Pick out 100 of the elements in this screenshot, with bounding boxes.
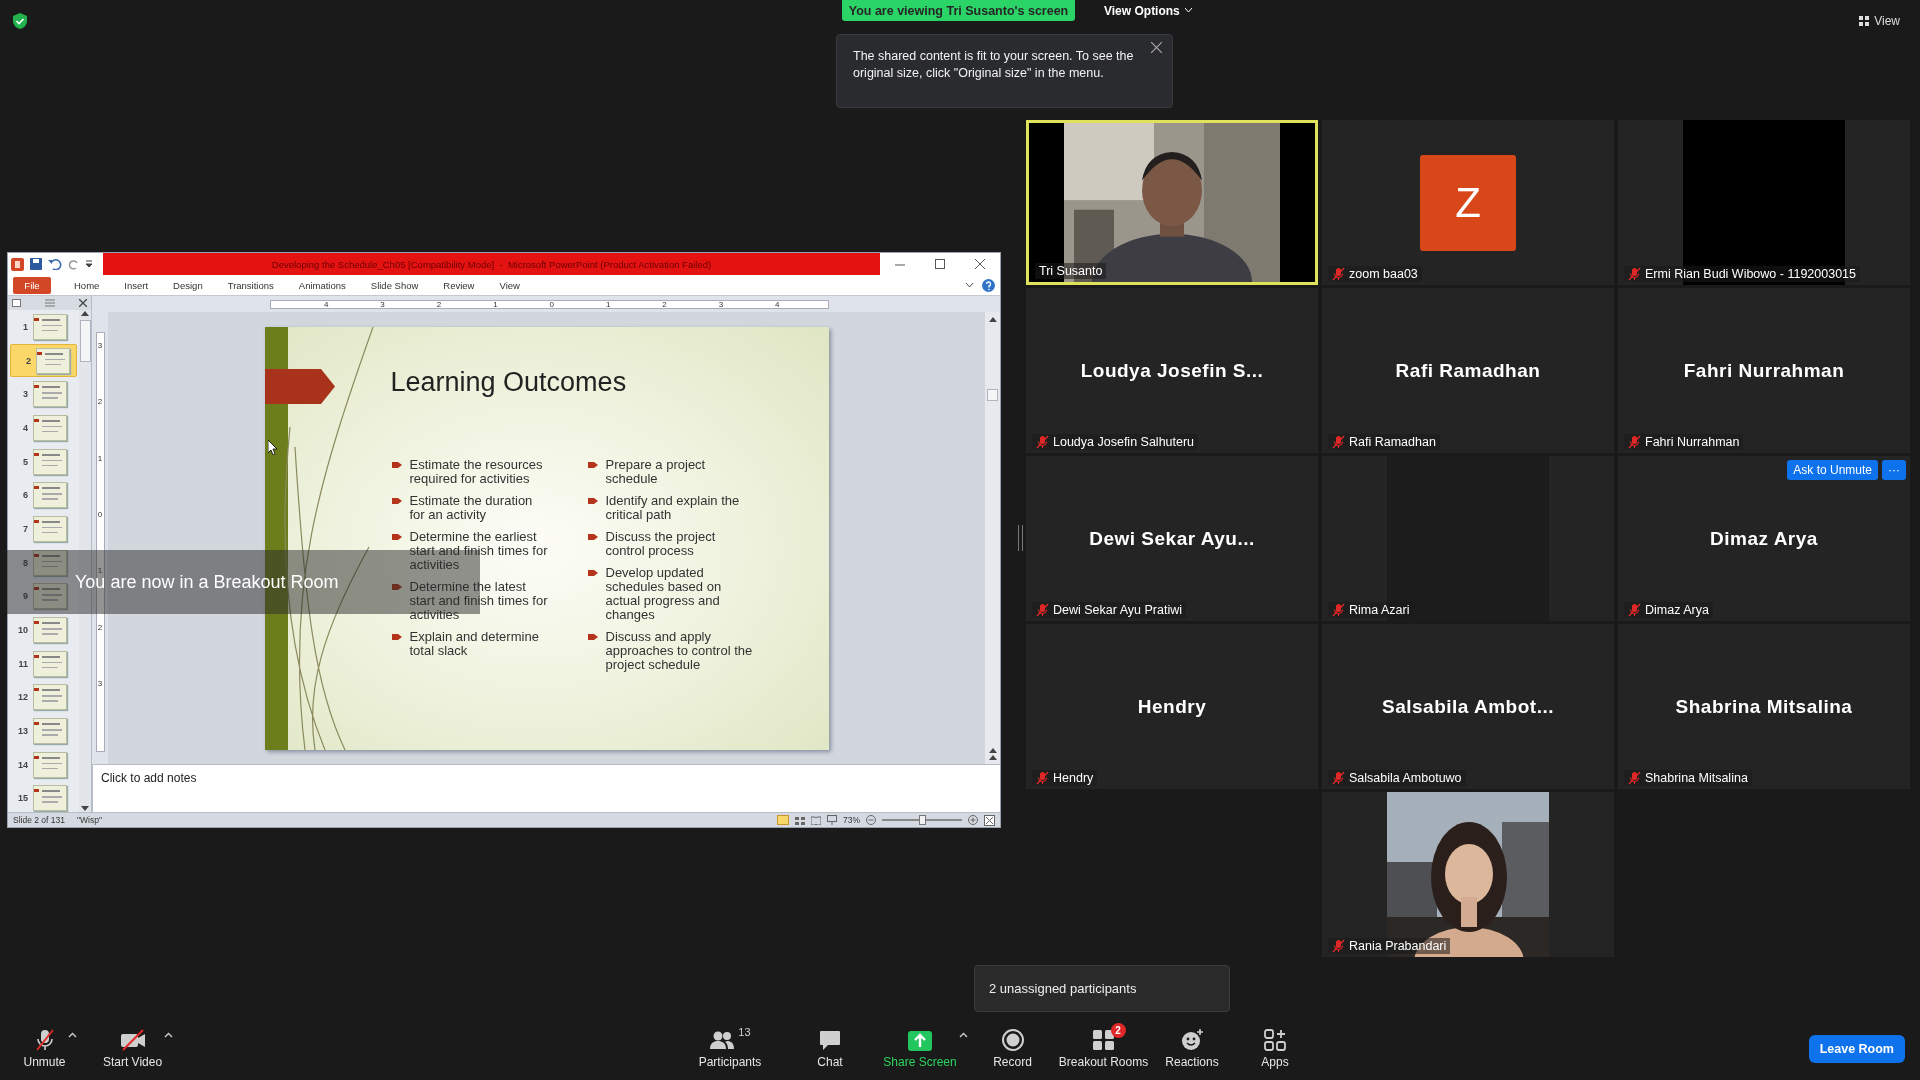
notification-badge: 2 — [1110, 1023, 1126, 1038]
scrollbar-thumb[interactable] — [79, 320, 91, 362]
apps-icon — [1263, 1028, 1287, 1052]
slide-thumbnail[interactable] — [33, 549, 67, 576]
bullet-text: Discuss and apply approaches to control the project schedule — [605, 629, 754, 672]
smiley-icon — [1179, 1028, 1205, 1052]
record-button[interactable]: Record — [987, 1020, 1038, 1069]
slide-number: 12 — [17, 692, 28, 703]
help-icon[interactable] — [982, 278, 995, 292]
security-shield-icon[interactable] — [12, 13, 28, 29]
ribbon-tab[interactable]: View — [489, 279, 530, 291]
zoom-in-icon[interactable] — [968, 815, 978, 825]
slide-thumbnail[interactable] — [33, 718, 67, 745]
ribbon-tab[interactable]: Insert — [114, 279, 159, 291]
selected-slide-row[interactable]: 2 — [10, 343, 77, 378]
close-icon[interactable] — [975, 259, 985, 269]
ruler-number: 2 — [661, 300, 668, 309]
ribbon-tab[interactable]: Transitions — [217, 279, 284, 291]
participant-label: Salsabila Ambotuwo — [1349, 771, 1462, 785]
previous-slide-icon[interactable] — [988, 748, 997, 760]
options-caret-button[interactable] — [67, 1032, 77, 1038]
participant-count: 13 — [738, 1026, 751, 1038]
arrow-shape — [264, 368, 335, 404]
expand-ribbon-icon[interactable] — [965, 281, 974, 289]
scrollbar-thumb[interactable] — [987, 389, 998, 401]
slide-thumbnail[interactable] — [33, 313, 67, 340]
unmute-button[interactable]: Unmute — [17, 1020, 72, 1069]
slide-thumbnail[interactable] — [33, 751, 67, 778]
participant-name: Dimaz Arya — [1710, 527, 1818, 550]
powerpoint-icon[interactable] — [11, 257, 24, 271]
reading-view-icon[interactable] — [811, 815, 821, 825]
maximize-icon[interactable] — [935, 259, 945, 269]
close-pane-icon[interactable] — [79, 299, 87, 307]
participant-name: Loudya Josefin S... — [1080, 359, 1264, 382]
start-video-button[interactable]: Start Video — [96, 1020, 169, 1069]
close-icon[interactable] — [1151, 42, 1162, 53]
ruler-number: 4 — [774, 300, 781, 309]
view-button[interactable]: View — [1853, 13, 1906, 29]
participant-label: Loudya Josefin Salhuteru — [1053, 435, 1195, 449]
ruler-number: 2 — [97, 623, 103, 632]
slide-thumbnail[interactable] — [33, 482, 67, 509]
participants-button[interactable]: 13 Participants — [692, 1020, 768, 1069]
tooltip-text: The shared content is fit to your screen. To see the original size, click "Original size" in the menu. — [853, 49, 1134, 80]
slide-number: 6 — [22, 490, 28, 501]
ribbon-tab[interactable]: Slide Show — [360, 279, 429, 291]
share-screen-button[interactable]: Share Screen — [877, 1020, 963, 1069]
slide-number: 5 — [22, 456, 28, 467]
breakout-rooms-button[interactable]: 2 Breakout Rooms — [1052, 1020, 1155, 1069]
options-caret-button[interactable] — [164, 1032, 174, 1038]
ribbon-tab[interactable]: Review — [433, 279, 485, 291]
slide-number: 15 — [17, 793, 28, 804]
ask-to-unmute-button[interactable]: Ask to Unmute — [1787, 460, 1878, 480]
apps-button[interactable]: Apps — [1255, 1020, 1295, 1069]
sorter-view-icon[interactable] — [795, 815, 805, 825]
chat-button[interactable]: Chat — [811, 1020, 849, 1069]
grid-icon — [1859, 16, 1870, 26]
slide-thumbnail[interactable] — [33, 381, 67, 408]
slide-thumbnail[interactable] — [33, 448, 67, 475]
customize-toolbar-icon[interactable] — [86, 259, 92, 269]
ribbon-tab[interactable]: Design — [163, 279, 213, 291]
ribbon-tab[interactable]: Animations — [288, 279, 356, 291]
slide-number: 4 — [22, 422, 28, 433]
slide-thumbnail[interactable] — [36, 347, 70, 374]
zoom-out-icon[interactable] — [866, 815, 876, 825]
options-caret-button[interactable] — [958, 1032, 968, 1038]
undo-icon[interactable] — [48, 258, 62, 270]
ruler-number: 2 — [435, 300, 443, 309]
slides-tab-icon[interactable] — [12, 299, 21, 307]
bullet-icon — [391, 496, 402, 505]
bullet-icon — [587, 496, 598, 505]
participant-label: Dimaz Arya — [1645, 603, 1709, 617]
ruler-number: 2 — [97, 398, 103, 407]
view-options-button[interactable]: View Options — [1098, 0, 1198, 21]
leave-room-button[interactable]: Leave Room — [1808, 1035, 1905, 1063]
notes-field[interactable]: Click to add notes — [92, 765, 1000, 812]
scroll-up-icon[interactable] — [988, 316, 997, 322]
ruler-number: 0 — [548, 300, 555, 309]
zoom-slider-thumb[interactable] — [919, 815, 926, 825]
record-icon — [1000, 1028, 1025, 1052]
slide-thumbnail[interactable] — [33, 650, 67, 677]
file-tab[interactable]: File — [13, 276, 51, 294]
participant-name: Rafi Ramadhan — [1395, 359, 1541, 382]
slide-number: 14 — [17, 759, 28, 770]
participant-label: Rafi Ramadhan — [1349, 435, 1436, 449]
more-options-button[interactable]: ··· — [1882, 460, 1906, 480]
slideshow-view-icon[interactable] — [827, 815, 837, 825]
fit-to-window-icon[interactable] — [984, 814, 995, 826]
bullet-text: Develop updated schedules based on actual progress and changes — [605, 565, 723, 622]
save-icon[interactable] — [30, 258, 42, 270]
reactions-button[interactable]: Reactions — [1159, 1020, 1225, 1069]
slide-thumbnail[interactable] — [33, 515, 67, 542]
slide-thumbnail[interactable] — [33, 684, 67, 711]
slide-thumbnail[interactable] — [33, 785, 67, 812]
splitter-handle[interactable] — [1017, 525, 1023, 551]
slide-thumbnail[interactable] — [33, 583, 67, 610]
grid-icon — [1091, 1028, 1116, 1052]
ribbon-tab[interactable]: Home — [64, 279, 110, 291]
redo-icon[interactable] — [68, 258, 80, 270]
slide-thumbnail[interactable] — [33, 617, 67, 644]
slide-thumbnail[interactable] — [33, 414, 67, 441]
